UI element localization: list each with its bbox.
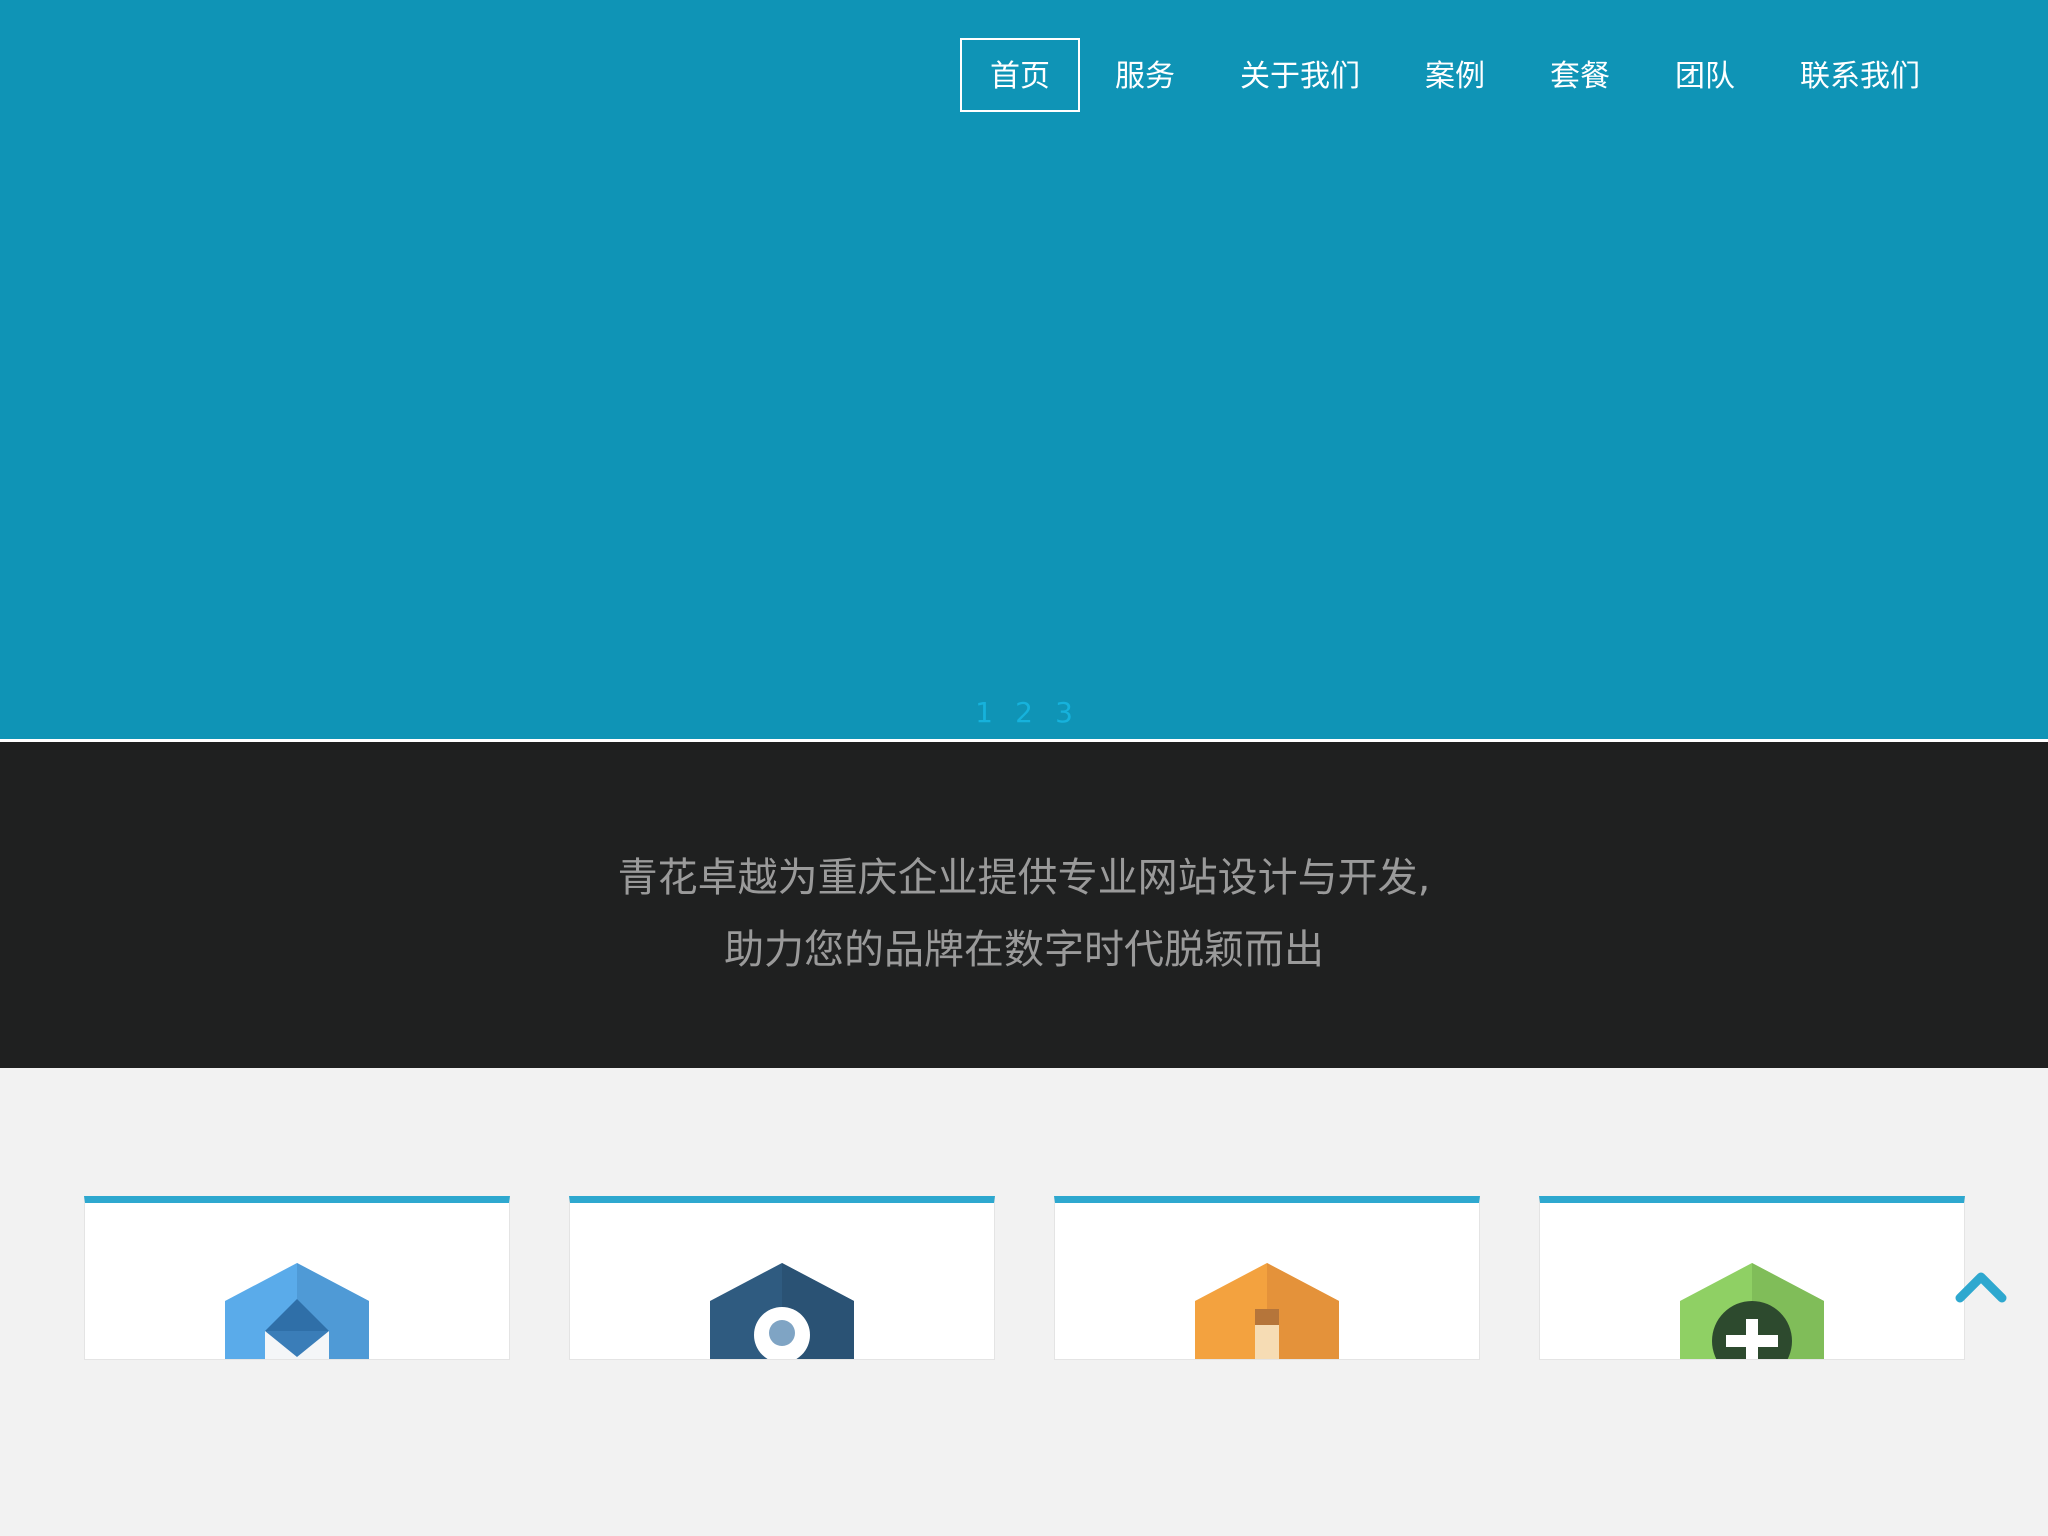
service-card-pencil[interactable] xyxy=(1054,1196,1480,1360)
tagline-line-1: 青花卓越为重庆企业提供专业网站设计与开发, xyxy=(617,855,1431,901)
main-nav: 首页 服务 关于我们 案例 套餐 团队 联系我们 xyxy=(960,38,1955,112)
location-pin-icon xyxy=(710,1263,854,1359)
tagline-section: 青花卓越为重庆企业提供专业网站设计与开发, 助力您的品牌在数字时代脱颖而出 xyxy=(0,742,2048,1068)
plus-circle-icon xyxy=(1680,1263,1824,1359)
nav-item-contact[interactable]: 联系我们 xyxy=(1770,38,1950,112)
slider-page-2[interactable]: 2 xyxy=(1014,696,1034,729)
service-card-location[interactable] xyxy=(569,1196,995,1360)
pencil-icon xyxy=(1195,1263,1339,1359)
nav-item-packages[interactable]: 套餐 xyxy=(1520,38,1640,112)
slider-page-3[interactable]: 3 xyxy=(1054,696,1074,729)
slider-pagination: 1 2 3 xyxy=(0,696,2048,729)
hero-slider: 首页 服务 关于我们 案例 套餐 团队 联系我们 1 2 3 xyxy=(0,0,2048,739)
nav-item-home[interactable]: 首页 xyxy=(960,38,1080,112)
mail-icon xyxy=(225,1263,369,1359)
tagline: 青花卓越为重庆企业提供专业网站设计与开发, 助力您的品牌在数字时代脱颖而出 xyxy=(0,842,2048,986)
nav-item-about[interactable]: 关于我们 xyxy=(1210,38,1390,112)
back-to-top-button[interactable] xyxy=(1954,1266,2008,1306)
service-card-plus[interactable] xyxy=(1539,1196,1965,1360)
tagline-line-2: 助力您的品牌在数字时代脱颖而出 xyxy=(724,927,1324,973)
nav-item-cases[interactable]: 案例 xyxy=(1395,38,1515,112)
nav-item-team[interactable]: 团队 xyxy=(1645,38,1765,112)
chevron-up-icon xyxy=(1955,1272,2007,1303)
services-section xyxy=(0,1068,2048,1536)
nav-item-services[interactable]: 服务 xyxy=(1085,38,1205,112)
service-card-mail[interactable] xyxy=(84,1196,510,1360)
slider-page-1[interactable]: 1 xyxy=(974,696,994,729)
